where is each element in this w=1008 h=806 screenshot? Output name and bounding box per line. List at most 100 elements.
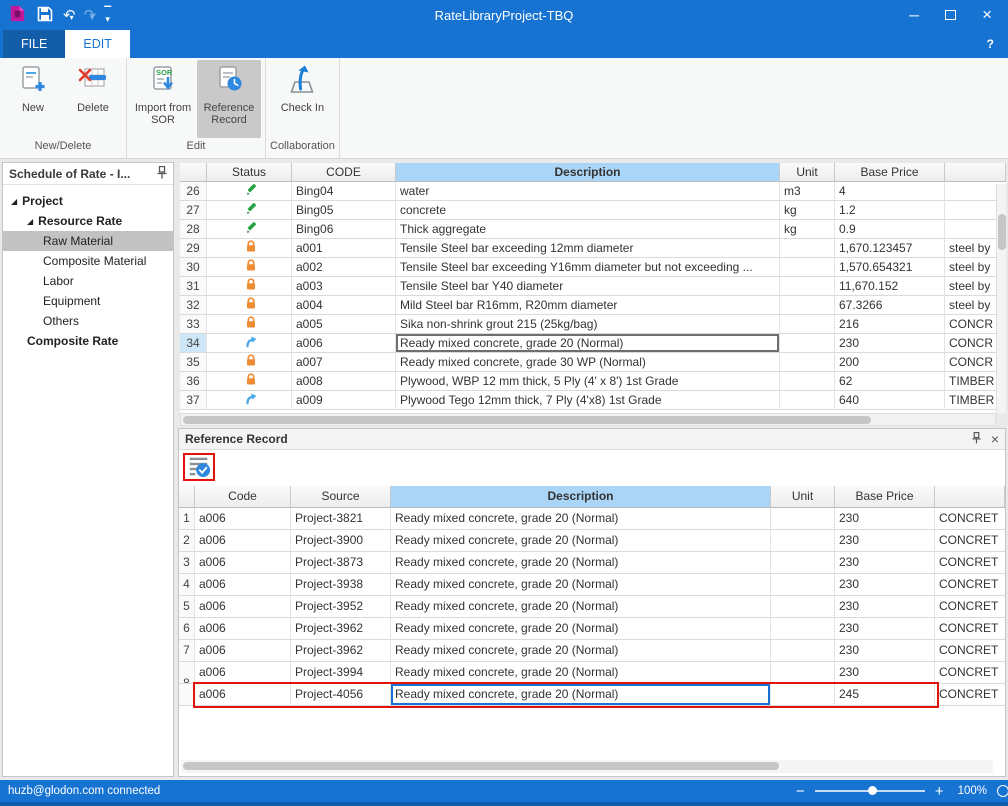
unit-cell[interactable] [780, 334, 835, 353]
tab-file[interactable]: FILE [3, 30, 65, 58]
code-cell[interactable]: a004 [292, 296, 396, 315]
table-row[interactable]: 7a006Project-3962Ready mixed concrete, g… [179, 640, 1005, 662]
code-cell[interactable]: a006 [195, 530, 291, 552]
row-number[interactable]: 33 [180, 315, 207, 334]
code-cell[interactable]: a006 [195, 552, 291, 574]
column-header[interactable]: Status [207, 163, 292, 182]
description-cell[interactable]: Ready mixed concrete, grade 20 (Normal) [391, 662, 771, 684]
category-cell[interactable]: CONCRET [935, 574, 1005, 596]
base-price-cell[interactable]: 11,670.152 [835, 277, 945, 296]
base-price-cell[interactable]: 1,670.123457 [835, 239, 945, 258]
row-number[interactable]: 34 [180, 334, 207, 353]
code-cell[interactable]: a009 [292, 391, 396, 410]
table-row[interactable]: 5a006Project-3952Ready mixed concrete, g… [179, 596, 1005, 618]
status-cell[interactable] [207, 277, 292, 296]
code-cell[interactable]: a008 [292, 372, 396, 391]
horizontal-scrollbar-ref-thumb[interactable] [183, 762, 779, 770]
unit-cell[interactable] [780, 258, 835, 277]
row-number[interactable]: 32 [180, 296, 207, 315]
source-cell[interactable]: Project-4056 [291, 684, 391, 706]
category-cell[interactable]: CONCRET [935, 596, 1005, 618]
code-cell[interactable]: Bing04 [292, 182, 396, 201]
base-price-cell[interactable]: 230 [835, 574, 935, 596]
base-price-cell[interactable]: 245 [835, 684, 935, 706]
horizontal-scrollbar-ref[interactable] [181, 760, 993, 773]
source-cell[interactable]: Project-3938 [291, 574, 391, 596]
category-cell[interactable]: CONCRET [935, 530, 1005, 552]
description-cell[interactable]: Tensile Steel bar exceeding Y16mm diamet… [396, 258, 780, 277]
sidebar-item-raw-material[interactable]: Raw Material [3, 231, 173, 251]
column-header[interactable]: Code [195, 486, 291, 508]
unit-cell[interactable] [771, 596, 835, 618]
code-cell[interactable]: a006 [195, 640, 291, 662]
status-cell[interactable] [207, 239, 292, 258]
code-cell[interactable]: Bing06 [292, 220, 396, 239]
sidebar-item-labor[interactable]: Labor [3, 271, 173, 291]
unit-cell[interactable] [771, 574, 835, 596]
base-price-cell[interactable]: 67.3266 [835, 296, 945, 315]
row-number[interactable]: 31 [180, 277, 207, 296]
close-button[interactable]: × [982, 5, 992, 25]
row-number[interactable]: 6 [179, 618, 195, 640]
sidebar-item-composite-rate[interactable]: Composite Rate [3, 331, 173, 351]
source-cell[interactable]: Project-3952 [291, 596, 391, 618]
category-cell[interactable]: CONCRET [935, 684, 1005, 706]
code-cell[interactable]: a006 [195, 618, 291, 640]
row-number[interactable]: 2 [179, 530, 195, 552]
column-header[interactable] [945, 163, 1006, 182]
close-panel-icon[interactable]: × [991, 431, 999, 447]
base-price-cell[interactable]: 1,570.654321 [835, 258, 945, 277]
status-cell[interactable] [207, 182, 292, 201]
category-cell[interactable]: CONCRET [935, 640, 1005, 662]
unit-cell[interactable]: kg [780, 201, 835, 220]
unit-cell[interactable] [780, 353, 835, 372]
description-cell[interactable]: Tensile Steel bar exceeding 12mm diamete… [396, 239, 780, 258]
description-cell[interactable]: Ready mixed concrete, grade 20 (Normal) [391, 574, 771, 596]
description-cell[interactable]: Tensile Steel bar Y40 diameter [396, 277, 780, 296]
base-price-cell[interactable]: 0.9 [835, 220, 945, 239]
unit-cell[interactable] [780, 315, 835, 334]
row-number[interactable]: 26 [180, 182, 207, 201]
code-cell[interactable]: a006 [195, 596, 291, 618]
base-price-cell[interactable]: 230 [835, 640, 935, 662]
pin-icon[interactable] [972, 432, 981, 447]
category-cell[interactable]: CONCRET [935, 508, 1005, 530]
pin-icon[interactable] [157, 166, 167, 182]
description-cell[interactable]: Ready mixed concrete, grade 20 (Normal) [391, 618, 771, 640]
description-cell[interactable]: Ready mixed concrete, grade 20 (Normal) [391, 596, 771, 618]
zoom-fit-icon[interactable] [997, 785, 1008, 797]
description-cell[interactable]: concrete [396, 201, 780, 220]
save-icon[interactable] [37, 6, 53, 25]
description-cell[interactable]: Plywood Tego 12mm thick, 7 Ply (4'x8) 1s… [396, 391, 780, 410]
description-cell[interactable]: Ready mixed concrete, grade 20 (Normal) [391, 640, 771, 662]
expander-icon[interactable]: ◢ [11, 197, 17, 206]
row-number[interactable]: 3 [179, 552, 195, 574]
description-cell[interactable]: Ready mixed concrete, grade 20 (Normal) [391, 552, 771, 574]
help-button[interactable]: ? [987, 30, 1008, 58]
code-cell[interactable]: a001 [292, 239, 396, 258]
unit-cell[interactable] [771, 684, 835, 706]
description-cell[interactable]: Plywood, WBP 12 mm thick, 5 Ply (4' x 8'… [396, 372, 780, 391]
delete-button[interactable]: Delete [64, 60, 122, 138]
status-cell[interactable] [207, 372, 292, 391]
code-cell[interactable]: a005 [292, 315, 396, 334]
row-number[interactable]: 8 [179, 662, 195, 684]
approve-record-button[interactable] [183, 453, 215, 481]
status-cell[interactable] [207, 201, 292, 220]
base-price-cell[interactable]: 230 [835, 618, 935, 640]
description-cell[interactable]: Ready mixed concrete, grade 20 (Normal) [391, 530, 771, 552]
column-header[interactable]: Base Price [835, 163, 945, 182]
expander-icon[interactable]: ◢ [27, 217, 33, 226]
column-header[interactable]: CODE [292, 163, 396, 182]
row-number[interactable]: 37 [180, 391, 207, 410]
code-cell[interactable]: a006 [292, 334, 396, 353]
table-row[interactable]: 4a006Project-3938Ready mixed concrete, g… [179, 574, 1005, 596]
column-header[interactable]: Base Price [835, 486, 935, 508]
table-row[interactable]: a006Project-4056Ready mixed concrete, gr… [179, 684, 1005, 706]
status-cell[interactable] [207, 296, 292, 315]
row-number[interactable]: 27 [180, 201, 207, 220]
row-number[interactable]: 4 [179, 574, 195, 596]
code-cell[interactable]: a002 [292, 258, 396, 277]
table-row[interactable]: 36a008Plywood, WBP 12 mm thick, 5 Ply (4… [180, 372, 1006, 391]
code-cell[interactable]: a007 [292, 353, 396, 372]
